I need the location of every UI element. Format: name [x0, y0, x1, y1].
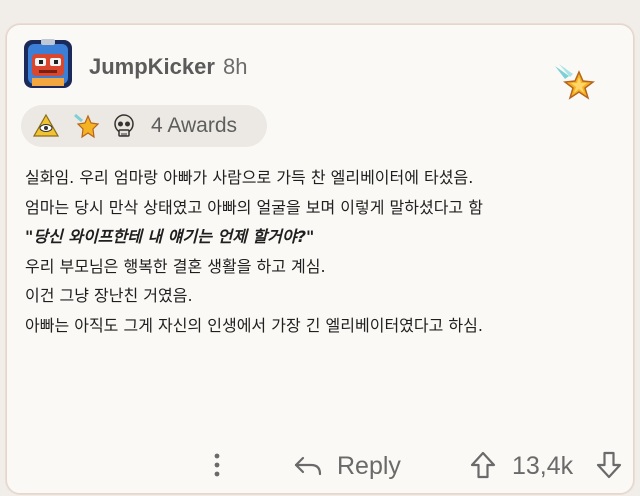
comment-quote-line: "당신 와이프한테 내 얘기는 언제 할거야?" — [25, 227, 315, 246]
vertical-dots-icon[interactable] — [212, 451, 222, 479]
skull-award-icon — [111, 113, 137, 139]
comment-card: JumpKicker 8h 4 Awards 실화임. 우리 엄마랑 아빠가 사… — [6, 24, 634, 494]
reply-arrow-icon[interactable] — [293, 454, 323, 478]
comment-action-bar: Reply 13,4k — [7, 445, 633, 489]
username[interactable]: JumpKicker 8h — [89, 54, 247, 80]
vote-score: 13,4k — [512, 452, 574, 480]
awards-pill[interactable]: 4 Awards — [21, 105, 267, 147]
comment-line: 우리 부모님은 행복한 결혼 생활을 하고 계심. — [25, 256, 326, 276]
comment-age: 8h — [222, 54, 248, 79]
reply-button[interactable]: Reply — [337, 452, 401, 481]
comment-line: 이건 그냥 장난친 거였음. — [25, 286, 193, 305]
comment-line: 실화임. 우리 엄마랑 아빠가 사람으로 가득 찬 엘리베이터에 타셨음. — [25, 168, 474, 187]
comment-line: 아빠는 아직도 그게 자신의 인생에서 가장 긴 엘리베이터였다고 하심. — [25, 315, 483, 335]
comment-body: 실화임. 우리 엄마랑 아빠가 사람으로 가득 찬 엘리베이터에 타셨음. 엄마… — [25, 163, 615, 340]
robot-avatar-icon[interactable] — [19, 35, 77, 93]
star-award-icon — [73, 113, 100, 139]
awards-count: 4 Awards — [151, 114, 237, 137]
shooting-star-award-icon[interactable] — [553, 62, 597, 106]
upvote-arrow-icon[interactable] — [469, 450, 497, 480]
username-label[interactable]: JumpKicker — [89, 54, 215, 79]
comment-line: 엄마는 당시 만삭 상태였고 아빠의 얼굴을 보며 이렇게 말하셨다고 함 — [25, 197, 483, 217]
downvote-arrow-icon[interactable] — [595, 450, 623, 480]
pyramid-eye-award-icon — [32, 113, 60, 139]
